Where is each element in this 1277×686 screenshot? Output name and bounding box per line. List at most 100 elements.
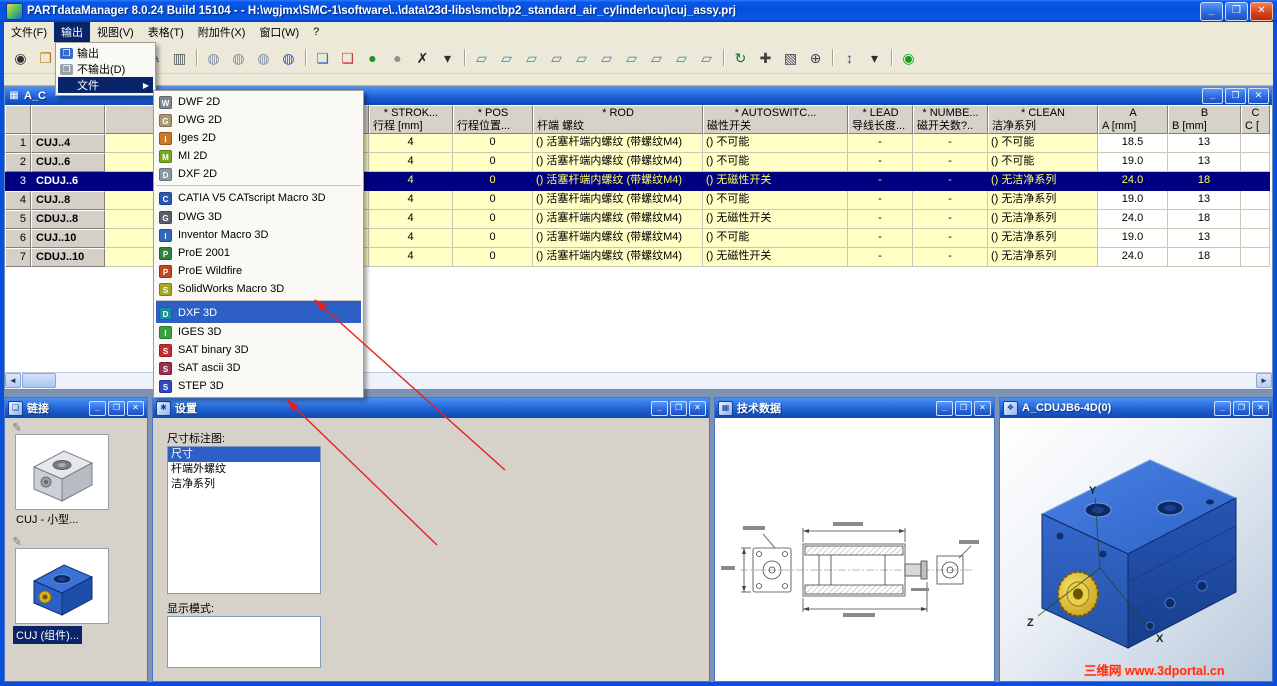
scroll-left-button[interactable]: ◄ xyxy=(5,373,21,388)
links-panel-titlebar[interactable]: ❑ 链接 _ ❐ ✕ xyxy=(5,398,147,418)
cell-pos[interactable]: 0 xyxy=(453,191,533,210)
submenu-item[interactable]: S SAT binary 3D xyxy=(156,341,361,359)
export-format-9-icon[interactable]: ▱ xyxy=(669,45,694,70)
database-3-icon[interactable]: ◍ xyxy=(251,45,276,70)
submenu-item[interactable]: C CATIA V5 CATscript Macro 3D xyxy=(156,185,361,208)
submenu-item[interactable]: P ProE Wildfire xyxy=(156,262,361,280)
cell-stroke[interactable]: 4 xyxy=(369,210,453,229)
cell-rod[interactable]: () 活塞杆端内螺纹 (带螺纹M4) xyxy=(533,210,703,229)
settings-close-button[interactable]: ✕ xyxy=(689,401,706,416)
options-icon[interactable]: ◉ xyxy=(896,45,921,70)
cell-a[interactable]: 19.0 xyxy=(1098,153,1168,172)
cell-b[interactable]: 13 xyxy=(1168,229,1241,248)
submenu-item[interactable]: W DWF 2D xyxy=(156,93,361,111)
cell-rod[interactable]: () 活塞杆端内螺纹 (带螺纹M4) xyxy=(533,248,703,267)
settings-minimize-button[interactable]: _ xyxy=(651,401,668,416)
techdata-close-button[interactable]: ✕ xyxy=(974,401,991,416)
table-close-button[interactable]: ✕ xyxy=(1248,88,1269,104)
cell-c[interactable] xyxy=(1241,172,1270,191)
cell-lead[interactable]: - xyxy=(848,210,913,229)
submenu-item[interactable]: I Iges 2D xyxy=(156,129,361,147)
cell-autoswitch[interactable]: () 不可能 xyxy=(703,191,848,210)
cell-name[interactable]: CDUJ..10 xyxy=(31,248,105,267)
link-label-cuj-single[interactable]: CUJ - 小型... xyxy=(13,510,81,528)
cell-pos[interactable]: 0 xyxy=(453,153,533,172)
dimension-drawing-listbox[interactable]: 尺寸 杆端外螺纹 洁净系列 xyxy=(167,446,321,594)
submenu-item[interactable]: M MI 2D xyxy=(156,147,361,165)
database-2-icon[interactable]: ◍ xyxy=(226,45,251,70)
refresh-icon[interactable]: ↻ xyxy=(728,45,753,70)
cell-c[interactable] xyxy=(1241,210,1270,229)
header-pos[interactable]: * POS行程位置... xyxy=(453,105,533,134)
display-mode-listbox[interactable] xyxy=(167,616,321,668)
cell-autoswitch[interactable]: () 不可能 xyxy=(703,134,848,153)
cell-autoswitch[interactable]: () 不可能 xyxy=(703,229,848,248)
cell-stroke[interactable]: 4 xyxy=(369,229,453,248)
cell-lead[interactable]: - xyxy=(848,248,913,267)
cell-rod[interactable]: () 活塞杆端内螺纹 (带螺纹M4) xyxy=(533,191,703,210)
model-panel-titlebar[interactable]: ❖ A_CDUJB6-4D(0) _ ❐ ✕ xyxy=(1000,398,1272,418)
submenu-item[interactable]: D DXF 3D xyxy=(156,300,361,323)
cell-pos[interactable]: 0 xyxy=(453,172,533,191)
cell-name[interactable]: CUJ..4 xyxy=(31,134,105,153)
cell-c[interactable] xyxy=(1241,153,1270,172)
cell-pos[interactable]: 0 xyxy=(453,248,533,267)
menu-item-no-export[interactable]: ❒ 不输出(D) xyxy=(58,61,153,77)
cell-c[interactable] xyxy=(1241,229,1270,248)
cell-row-number[interactable]: 6 xyxy=(5,229,31,248)
cell-name[interactable]: CDUJ..6 xyxy=(31,172,105,191)
export-format-1-icon[interactable]: ▱ xyxy=(469,45,494,70)
submenu-item[interactable]: G DWG 2D xyxy=(156,111,361,129)
cell-number[interactable]: - xyxy=(913,210,988,229)
header-b[interactable]: BB [mm] xyxy=(1168,105,1241,134)
cell-row-number[interactable]: 4 xyxy=(5,191,31,210)
close-button[interactable]: ✕ xyxy=(1250,2,1273,21)
header-clean[interactable]: * CLEAN洁净系列 xyxy=(988,105,1098,134)
export-format-4-icon[interactable]: ▱ xyxy=(544,45,569,70)
cell-name[interactable]: CUJ..10 xyxy=(31,229,105,248)
cell-clean[interactable]: () 不可能 xyxy=(988,134,1098,153)
header-lead[interactable]: * LEAD导线长度... xyxy=(848,105,913,134)
header-number[interactable]: * NUMBE...磁开关数?.. xyxy=(913,105,988,134)
listbox-item[interactable]: 杆端外螺纹 xyxy=(168,462,320,477)
listbox-item[interactable]: 洁净系列 xyxy=(168,477,320,492)
cell-lead[interactable]: - xyxy=(848,153,913,172)
cell-stroke[interactable]: 4 xyxy=(369,134,453,153)
table-minimize-button[interactable]: _ xyxy=(1202,88,1223,104)
cell-autoswitch[interactable]: () 无磁性开关 xyxy=(703,210,848,229)
submenu-item[interactable]: S STEP 3D xyxy=(156,377,361,395)
cell-stroke[interactable]: 4 xyxy=(369,153,453,172)
header-autoswitch[interactable]: * AUTOSWITC...磁性开关 xyxy=(703,105,848,134)
cell-stroke[interactable]: 4 xyxy=(369,172,453,191)
cell-rod[interactable]: () 活塞杆端内螺纹 (带螺纹M4) xyxy=(533,172,703,191)
menubar-item[interactable]: 附加件(X) xyxy=(191,22,253,42)
cell-clean[interactable]: () 无洁净系列 xyxy=(988,229,1098,248)
cell-a[interactable]: 19.0 xyxy=(1098,191,1168,210)
cell-b[interactable]: 13 xyxy=(1168,191,1241,210)
menubar-item[interactable]: 输出 xyxy=(54,22,90,42)
submenu-item[interactable]: G DWG 3D xyxy=(156,208,361,226)
cell-number[interactable]: - xyxy=(913,134,988,153)
cell-b[interactable]: 18 xyxy=(1168,248,1241,267)
listbox-item[interactable]: 尺寸 xyxy=(168,447,320,462)
cell-lead[interactable]: - xyxy=(848,229,913,248)
monitors-icon[interactable]: ❏ xyxy=(310,45,335,70)
zoom-fit-icon[interactable]: ⊕ xyxy=(803,45,828,70)
table-restore-button[interactable]: ❐ xyxy=(1225,88,1246,104)
cell-clean[interactable]: () 无洁净系列 xyxy=(988,210,1098,229)
minimize-button[interactable]: _ xyxy=(1200,2,1223,21)
submenu-item[interactable]: I IGES 3D xyxy=(156,323,361,341)
techdata-maximize-button[interactable]: ❐ xyxy=(955,401,972,416)
cell-b[interactable]: 18 xyxy=(1168,172,1241,191)
model-minimize-button[interactable]: _ xyxy=(1214,401,1231,416)
model-maximize-button[interactable]: ❐ xyxy=(1233,401,1250,416)
cell-lead[interactable]: - xyxy=(848,134,913,153)
export-x-icon[interactable]: ✗ xyxy=(410,45,435,70)
cell-c[interactable] xyxy=(1241,248,1270,267)
cell-b[interactable]: 13 xyxy=(1168,134,1241,153)
cell-number[interactable]: - xyxy=(913,153,988,172)
database-1-icon[interactable]: ◍ xyxy=(201,45,226,70)
cell-number[interactable]: - xyxy=(913,248,988,267)
cell-stroke[interactable]: 4 xyxy=(369,191,453,210)
links-minimize-button[interactable]: _ xyxy=(89,401,106,416)
